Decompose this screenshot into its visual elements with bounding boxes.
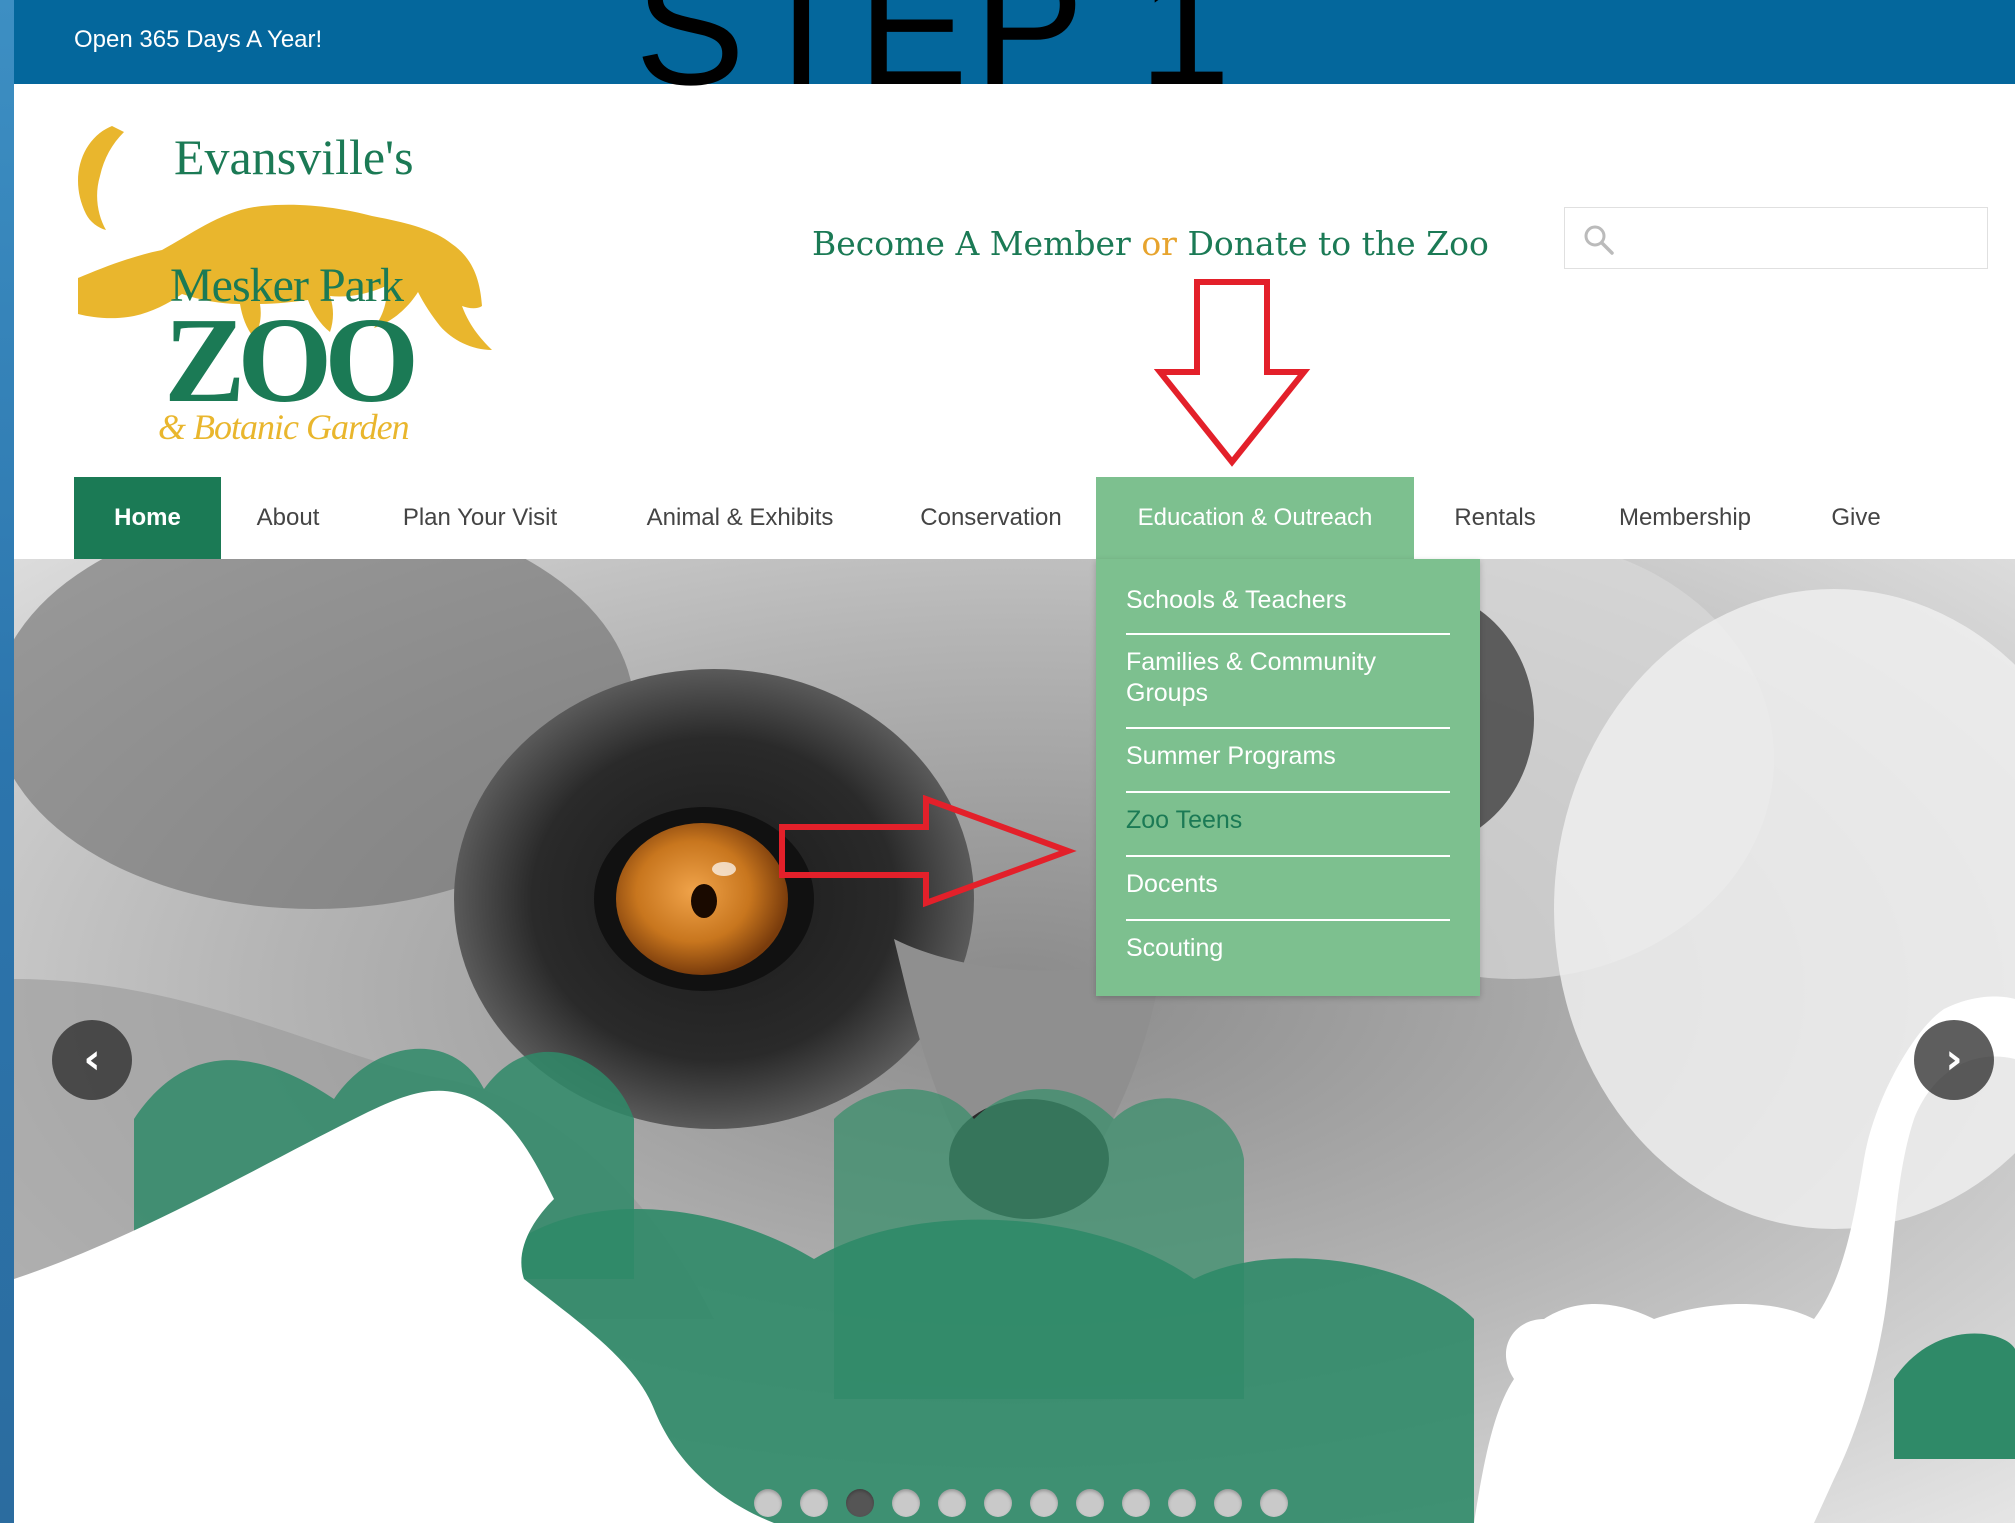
dropdown-item-docents[interactable]: Docents — [1126, 869, 1450, 900]
dropdown-divider — [1126, 855, 1450, 857]
carousel-dot[interactable] — [892, 1489, 920, 1517]
carousel-dot[interactable] — [754, 1489, 782, 1517]
carousel-dot[interactable] — [1168, 1489, 1196, 1517]
carousel-dot[interactable] — [1214, 1489, 1242, 1517]
become-member-link[interactable]: Become A Member — [812, 224, 1131, 263]
carousel-dot[interactable] — [938, 1489, 966, 1517]
dropdown-item-scouting[interactable]: Scouting — [1126, 933, 1450, 964]
logo-line-botanic-garden: & Botanic Garden — [158, 407, 410, 447]
announcement-text: Open 365 Days A Year! — [74, 26, 323, 53]
search-input[interactable] — [1625, 216, 1979, 262]
search-icon[interactable] — [1581, 222, 1617, 258]
carousel-dot-active[interactable] — [846, 1489, 874, 1517]
chevron-left-icon: ‹ — [83, 1034, 101, 1083]
nav-item-rentals[interactable]: Rentals — [1452, 477, 1538, 559]
education-outreach-dropdown: Schools & Teachers Families & Community … — [1096, 559, 1480, 996]
dropdown-divider — [1126, 633, 1450, 635]
dropdown-divider — [1126, 919, 1450, 921]
header-tagline: Become A Member or Donate to the Zoo — [812, 224, 1489, 263]
carousel-dot[interactable] — [800, 1489, 828, 1517]
logo-line-zoo: ZOO — [164, 293, 419, 428]
carousel-dot[interactable] — [1260, 1489, 1288, 1517]
carousel-dot[interactable] — [1030, 1489, 1058, 1517]
donate-link[interactable]: Donate to the Zoo — [1187, 224, 1488, 263]
nav-item-membership[interactable]: Membership — [1615, 477, 1755, 559]
dropdown-divider — [1126, 791, 1450, 793]
dropdown-divider — [1126, 727, 1450, 729]
nav-item-give[interactable]: Give — [1829, 477, 1883, 559]
carousel-prev-button[interactable]: ‹ — [52, 1020, 132, 1100]
hero-carousel: ‹ › — [14, 559, 2015, 1523]
nav-item-about[interactable]: About — [254, 477, 322, 559]
down-arrow-annotation-icon — [1154, 279, 1311, 467]
nav-item-animal-exhibits[interactable]: Animal & Exhibits — [642, 477, 838, 559]
dropdown-item-zoo-teens[interactable]: Zoo Teens — [1126, 805, 1450, 836]
search-box[interactable] — [1564, 207, 1988, 269]
carousel-next-button[interactable]: › — [1914, 1020, 1994, 1100]
nav-item-home[interactable]: Home — [74, 477, 221, 559]
main-nav: Home About Plan Your Visit Animal & Exhi… — [14, 477, 2015, 559]
carousel-dot[interactable] — [984, 1489, 1012, 1517]
dropdown-item-families-community[interactable]: Families & Community Groups — [1126, 647, 1450, 709]
logo-line-evansville: Evansville's — [174, 129, 414, 185]
nav-item-conservation[interactable]: Conservation — [916, 477, 1066, 559]
tagline-or: or — [1141, 224, 1177, 263]
slide-step-title: STEP 1 — [635, 0, 1237, 119]
carousel-dot[interactable] — [1076, 1489, 1104, 1517]
zoo-logo[interactable]: Evansville's Mesker Park ZOO & Botanic G… — [72, 118, 502, 448]
hero-lemur-image — [14, 559, 2015, 1523]
carousel-dot[interactable] — [1122, 1489, 1150, 1517]
nav-item-plan-your-visit[interactable]: Plan Your Visit — [399, 477, 561, 559]
dropdown-item-summer-programs[interactable]: Summer Programs — [1126, 741, 1450, 772]
chevron-right-icon: › — [1945, 1034, 1963, 1083]
right-arrow-annotation-icon — [779, 795, 1077, 908]
dropdown-item-schools-teachers[interactable]: Schools & Teachers — [1126, 585, 1450, 616]
browser-page: Open 365 Days A Year! Evansville's Meske… — [14, 0, 2015, 1523]
nav-item-education-outreach[interactable]: Education & Outreach — [1096, 477, 1414, 559]
